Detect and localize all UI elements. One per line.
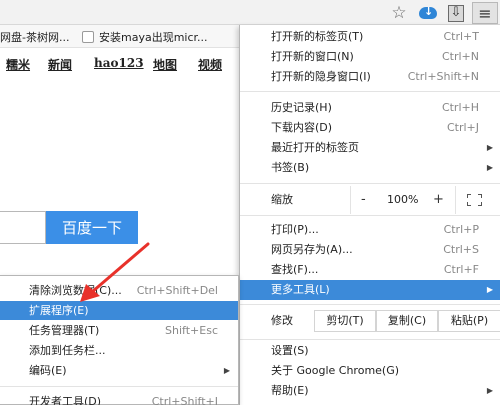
- nav-link-news[interactable]: 新闻: [48, 56, 72, 73]
- nav-link-nuomi[interactable]: 糯米: [6, 56, 30, 73]
- menu-separator: [240, 215, 500, 216]
- menu-separator: [240, 339, 500, 340]
- more-tools-submenu: 清除浏览数据(C)... Ctrl+Shift+Del 扩展程序(E) 任务管理器…: [0, 275, 239, 405]
- search-button[interactable]: 百度一下: [46, 211, 138, 244]
- zoom-controls: - 100% +: [350, 186, 456, 214]
- submenu-item-extensions[interactable]: 扩展程序(E): [0, 301, 238, 320]
- cut-button[interactable]: 剪切(T): [314, 310, 376, 332]
- zoom-out-button[interactable]: -: [361, 186, 366, 214]
- search-input[interactable]: [0, 211, 46, 244]
- chevron-right-icon: ▶: [486, 386, 493, 395]
- fullscreen-icon[interactable]: [467, 194, 482, 206]
- chevron-right-icon: ▶: [486, 285, 493, 294]
- chrome-menu: 打开新的标签页(T) Ctrl+T 打开新的窗口(N) Ctrl+N 打开新的隐身窗…: [239, 25, 500, 405]
- menu-item-downloads[interactable]: 下载内容(D) Ctrl+J: [240, 118, 500, 138]
- zoom-in-button[interactable]: +: [433, 186, 444, 214]
- menu-item-help[interactable]: 帮助(E) ▶: [240, 381, 500, 401]
- browser-toolbar: ☆ ⇩ ≡: [0, 0, 500, 25]
- edit-row: 修改 剪切(T) 复制(C) 粘贴(P): [240, 307, 500, 335]
- submenu-item-task-manager[interactable]: 任务管理器(T) Shift+Esc: [0, 321, 238, 340]
- menu-item-history[interactable]: 历史记录(H) Ctrl+H: [240, 98, 500, 118]
- menu-item-save-as[interactable]: 网页另存为(A)... Ctrl+S: [240, 240, 500, 260]
- submenu-item-clear-data[interactable]: 清除浏览数据(C)... Ctrl+Shift+Del: [0, 281, 238, 300]
- menu-item-settings[interactable]: 设置(S): [240, 341, 500, 361]
- menu-item-recent-tabs[interactable]: 最近打开的标签页 ▶: [240, 138, 500, 158]
- menu-item-bookmarks[interactable]: 书签(B) ▶: [240, 158, 500, 178]
- chevron-right-icon: ▶: [223, 366, 230, 375]
- submenu-separator: [0, 386, 238, 387]
- star-icon[interactable]: ☆: [389, 3, 409, 23]
- edit-label: 修改: [271, 314, 293, 327]
- download-icon[interactable]: ⇩: [446, 3, 466, 23]
- menu-separator: [240, 183, 500, 184]
- nav-link-video[interactable]: 视频: [198, 56, 222, 73]
- submenu-item-add-to-taskbar[interactable]: 添加到任务栏...: [0, 341, 238, 360]
- menu-item-print[interactable]: 打印(P)... Ctrl+P: [240, 220, 500, 240]
- nav-link-hao123[interactable]: hao123: [94, 56, 144, 70]
- menu-item-find[interactable]: 查找(F)... Ctrl+F: [240, 260, 500, 280]
- submenu-item-dev-tools[interactable]: 开发者工具(D) Ctrl+Shift+I: [0, 392, 238, 405]
- bookmark-item[interactable]: 网盘-茶树网...: [0, 29, 69, 45]
- menu-separator: [240, 91, 500, 92]
- menu-item-more-tools[interactable]: 更多工具(L) ▶: [240, 280, 500, 300]
- menu-item-new-window[interactable]: 打开新的窗口(N) Ctrl+N: [240, 47, 500, 67]
- zoom-label: 缩放: [271, 193, 293, 206]
- zoom-row: 缩放 - 100% +: [240, 186, 500, 214]
- menu-separator: [240, 304, 500, 305]
- nav-link-map[interactable]: 地图: [153, 56, 177, 73]
- submenu-item-encoding[interactable]: 编码(E) ▶: [0, 361, 238, 380]
- zoom-value: 100%: [387, 193, 419, 206]
- menu-item-new-tab[interactable]: 打开新的标签页(T) Ctrl+T: [240, 27, 500, 47]
- menu-item-about[interactable]: 关于 Google Chrome(G): [240, 361, 500, 381]
- menu-icon[interactable]: ≡: [472, 2, 498, 24]
- copy-button[interactable]: 复制(C): [376, 310, 438, 332]
- cloud-download-icon[interactable]: [418, 3, 438, 23]
- chevron-right-icon: ▶: [486, 163, 493, 172]
- bookmark-label: 网盘-茶树网...: [0, 31, 70, 44]
- page-icon: [82, 31, 94, 43]
- menu-item-incognito[interactable]: 打开新的隐身窗口(I) Ctrl+Shift+N: [240, 67, 500, 87]
- chevron-right-icon: ▶: [486, 143, 493, 152]
- bookmark-item[interactable]: 安装maya出现micr...: [82, 29, 208, 45]
- paste-button[interactable]: 粘贴(P): [438, 310, 500, 332]
- bookmark-label: 安装maya出现micr...: [99, 31, 208, 44]
